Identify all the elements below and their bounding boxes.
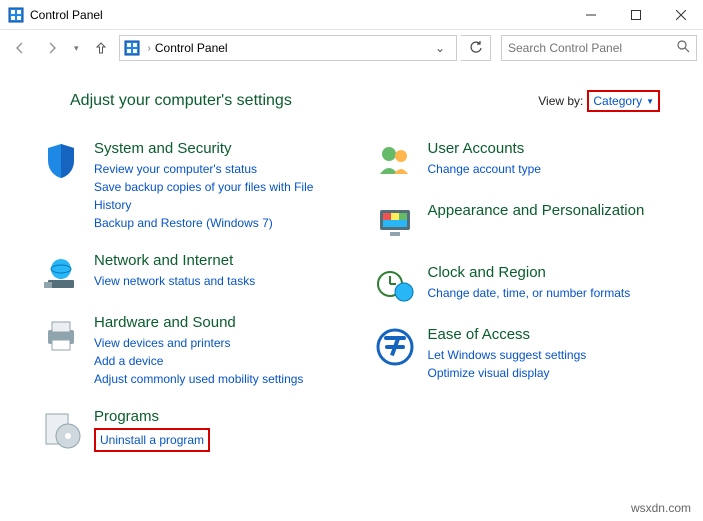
clock-globe-icon xyxy=(374,264,416,306)
category-sublink[interactable]: Change date, time, or number formats xyxy=(428,284,631,302)
category-title-link[interactable]: Ease of Access xyxy=(428,326,587,344)
category-sublink[interactable]: Optimize visual display xyxy=(428,364,587,382)
category-network-internet: Network and Internet View network status… xyxy=(40,252,350,294)
category-title-link[interactable]: Programs xyxy=(94,408,210,426)
category-sublink[interactable]: Let Windows suggest settings xyxy=(428,346,587,364)
control-panel-icon xyxy=(8,7,24,23)
category-sublink[interactable]: Change account type xyxy=(428,160,541,178)
view-by-value: Category xyxy=(593,94,642,108)
category-title-link[interactable]: Appearance and Personalization xyxy=(428,202,645,220)
category-sublink[interactable]: Review your computer's status xyxy=(94,160,350,178)
view-by-control: View by: Category ▼ xyxy=(538,90,660,112)
category-ease-of-access: Ease of Access Let Windows suggest setti… xyxy=(374,326,684,382)
search-icon[interactable] xyxy=(676,39,690,58)
search-box[interactable] xyxy=(501,35,697,61)
category-hardware-sound: Hardware and Sound View devices and prin… xyxy=(40,314,350,388)
category-user-accounts: User Accounts Change account type xyxy=(374,140,684,182)
back-button[interactable] xyxy=(6,34,34,62)
view-by-dropdown[interactable]: Category ▼ xyxy=(587,90,660,112)
address-bar[interactable]: › Control Panel ⌄ xyxy=(119,35,457,61)
category-sublink[interactable]: View devices and printers xyxy=(94,334,303,352)
monitor-icon xyxy=(374,202,416,244)
category-column-left: System and Security Review your computer… xyxy=(40,140,350,472)
category-sublink[interactable]: Save backup copies of your files with Fi… xyxy=(94,178,350,214)
view-by-label: View by: xyxy=(538,94,583,108)
window-titlebar: Control Panel xyxy=(0,0,703,30)
up-button[interactable] xyxy=(87,34,115,62)
window-controls xyxy=(568,0,703,29)
forward-button[interactable] xyxy=(38,34,66,62)
shield-icon xyxy=(40,140,82,182)
printer-icon xyxy=(40,314,82,356)
category-sublink[interactable]: Add a device xyxy=(94,352,303,370)
chevron-right-icon[interactable]: › xyxy=(144,43,155,54)
search-input[interactable] xyxy=(508,41,676,55)
refresh-button[interactable] xyxy=(461,35,491,61)
accessibility-icon xyxy=(374,326,416,368)
minimize-button[interactable] xyxy=(568,0,613,29)
users-icon xyxy=(374,140,416,182)
page-heading: Adjust your computer's settings xyxy=(70,92,292,110)
highlighted-link: Uninstall a program xyxy=(94,428,210,452)
category-system-security: System and Security Review your computer… xyxy=(40,140,350,232)
breadcrumb-item[interactable]: Control Panel xyxy=(155,41,228,55)
window-title: Control Panel xyxy=(30,8,568,22)
category-sublink[interactable]: Backup and Restore (Windows 7) xyxy=(94,214,350,232)
category-sublink[interactable]: View network status and tasks xyxy=(94,272,255,290)
network-icon xyxy=(40,252,82,294)
maximize-button[interactable] xyxy=(613,0,658,29)
category-title-link[interactable]: Network and Internet xyxy=(94,252,255,270)
chevron-down-icon: ▼ xyxy=(646,97,654,106)
navigation-toolbar: ▾ › Control Panel ⌄ xyxy=(0,30,703,66)
category-title-link[interactable]: User Accounts xyxy=(428,140,541,158)
category-title-link[interactable]: Clock and Region xyxy=(428,264,631,282)
disc-box-icon xyxy=(40,408,82,450)
watermark-text: wsxdn.com xyxy=(631,501,691,515)
category-title-link[interactable]: System and Security xyxy=(94,140,350,158)
category-sublink[interactable]: Adjust commonly used mobility settings xyxy=(94,370,303,388)
control-panel-icon xyxy=(124,40,140,56)
category-clock-region: Clock and Region Change date, time, or n… xyxy=(374,264,684,306)
category-programs: Programs Uninstall a program xyxy=(40,408,350,452)
category-column-right: User Accounts Change account type Appear… xyxy=(374,140,684,472)
uninstall-program-link[interactable]: Uninstall a program xyxy=(100,433,204,447)
recent-locations-dropdown[interactable]: ▾ xyxy=(70,43,83,54)
main-content: Adjust your computer's settings View by:… xyxy=(0,66,703,482)
category-title-link[interactable]: Hardware and Sound xyxy=(94,314,303,332)
category-appearance: Appearance and Personalization xyxy=(374,202,684,244)
address-dropdown[interactable]: ⌄ xyxy=(428,41,452,55)
close-button[interactable] xyxy=(658,0,703,29)
